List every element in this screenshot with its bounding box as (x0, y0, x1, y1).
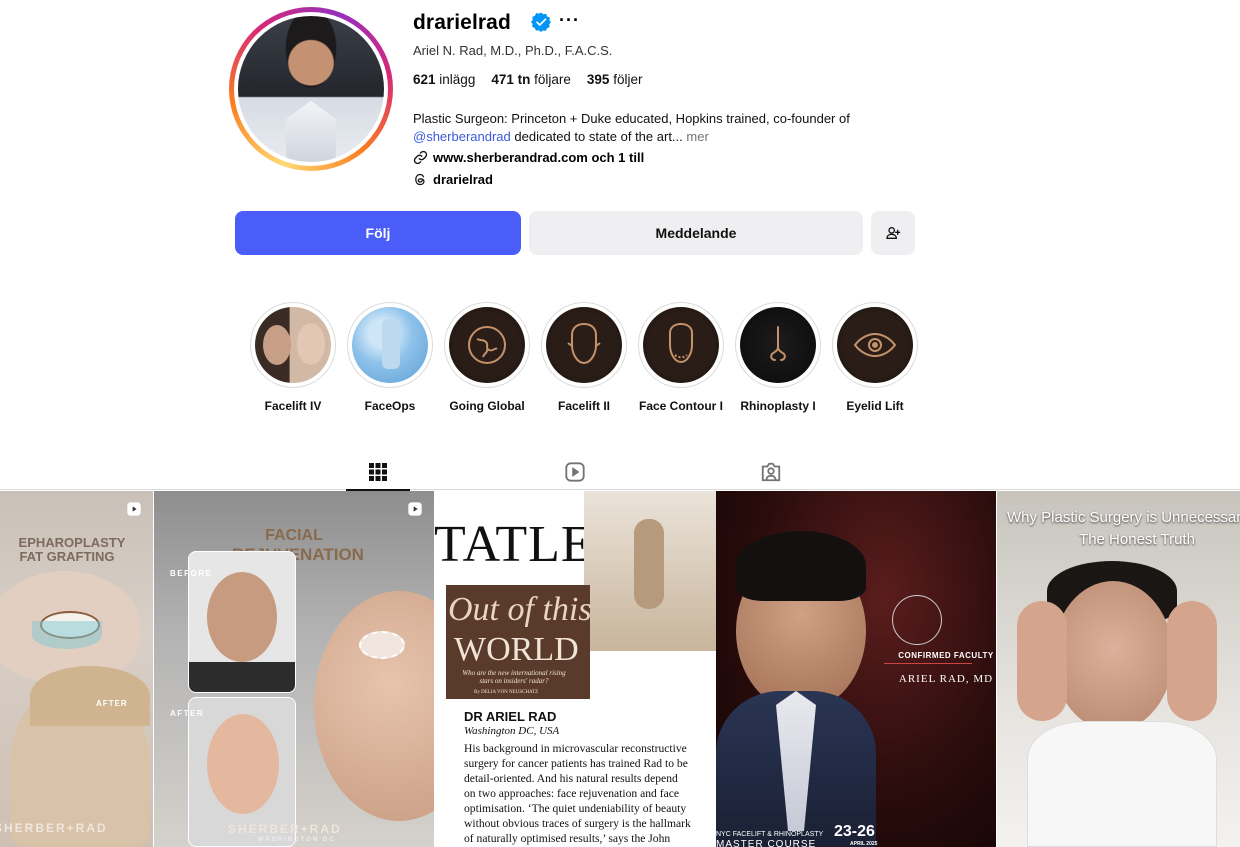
website-link-text[interactable]: www.sherberandrad.com och 1 till (433, 150, 644, 165)
bio-text-2: dedicated to state of the art... (510, 129, 683, 144)
fat-graft-overlay (32, 621, 102, 649)
magazine-photo (584, 491, 716, 651)
threads-icon (415, 173, 425, 186)
hand-right (1167, 601, 1217, 721)
highlight-rhinoplasty-i[interactable]: Rhinoplasty I (733, 302, 823, 413)
reel-indicator-icon (408, 502, 422, 516)
profile-bio: Plastic Surgeon: Princeton + Duke educat… (413, 110, 913, 146)
highlight-label: Facelift IV (264, 399, 322, 413)
portrait-hair (736, 531, 866, 601)
suggested-accounts-button[interactable] (871, 211, 915, 255)
followers-stat[interactable]: 471 tn följare (491, 72, 571, 87)
highlight-label: Facelift II (557, 399, 610, 413)
post-tile-tatler[interactable]: TATLER Out of this WORLD Who are the new… (434, 491, 716, 847)
message-button[interactable]: Meddelande (529, 211, 863, 255)
globe-icon (468, 326, 506, 364)
highlight-facelift-ii[interactable]: Facelift II (539, 302, 629, 413)
profile-full-name: Ariel N. Rad, M.D., Ph.D., F.A.C.S. (413, 43, 613, 58)
following-stat[interactable]: 395 följer (587, 72, 643, 87)
post-tile-master-course[interactable]: CONFIRMED FACULTY ARIEL RAD, MD NYC FACE… (716, 491, 996, 847)
highlight-facelift-iv[interactable]: Facelift IV (248, 302, 338, 413)
highlight-face-contour-i[interactable]: Face Contour I (636, 302, 726, 413)
tab-reels[interactable] (543, 454, 607, 490)
profile-website-link[interactable]: www.sherberandrad.com och 1 till (413, 150, 644, 165)
add-person-icon (886, 227, 901, 239)
face-outline-icon (567, 322, 601, 365)
nose-icon (770, 326, 786, 361)
highlight-label: Going Global (449, 399, 525, 413)
posts-stat: 621 inlägg (413, 72, 476, 87)
hand-left (1017, 601, 1067, 721)
link-icon (413, 150, 428, 165)
tabs-divider (0, 489, 1240, 490)
course-logo (892, 595, 942, 645)
profile-avatar-ring[interactable] (229, 7, 393, 171)
face-contour-icon (669, 322, 693, 364)
reel-indicator-icon (127, 502, 141, 516)
face-large-image (314, 591, 434, 821)
eye-marker (359, 631, 405, 659)
threads-link[interactable]: drarielrad (413, 172, 493, 187)
post-tile-blepharoplasty[interactable]: EPHAROPLASTY FAT GRAFTING AFTER SHERBER+… (0, 491, 153, 847)
tagged-person-icon (761, 462, 781, 482)
follow-button[interactable]: Följ (235, 211, 521, 255)
grid-icon (369, 463, 387, 481)
post-tile-honest-truth[interactable]: Why Plastic Surgery is Unnecessar The Ho… (997, 491, 1240, 847)
highlight-label: Rhinoplasty I (740, 399, 816, 413)
tab-tagged[interactable] (739, 454, 803, 490)
avatar (238, 16, 384, 162)
white-coat (1027, 721, 1217, 847)
highlight-eyelid-lift[interactable]: Eyelid Lift (830, 302, 920, 413)
highlight-label: Face Contour I (638, 399, 723, 413)
post-tile-facial-rejuvenation[interactable]: FACIAL REJUVENATION BEFORE AFTER SHERBER… (154, 491, 434, 847)
verified-badge-icon (531, 12, 551, 32)
tab-posts[interactable] (346, 454, 410, 491)
hair-image (30, 666, 150, 726)
bio-mention-link[interactable]: @sherberandrad (413, 129, 511, 144)
bio-text: Plastic Surgeon: Princeton + Duke educat… (413, 111, 850, 126)
eye-icon (853, 332, 897, 358)
profile-stats: 621 inlägg 471 tn följare 395 följer (413, 72, 642, 87)
profile-username: drarielrad (413, 11, 511, 34)
bio-more-link[interactable]: mer (686, 129, 708, 144)
highlight-label: Eyelid Lift (846, 399, 904, 413)
video-face (1053, 581, 1173, 731)
highlight-faceops[interactable]: FaceOps (345, 302, 435, 413)
highlight-label: FaceOps (364, 399, 416, 413)
reels-icon (565, 462, 585, 482)
more-options-button[interactable]: ··· (559, 10, 580, 31)
threads-username[interactable]: drarielrad (433, 172, 493, 187)
highlight-going-global[interactable]: Going Global (442, 302, 532, 413)
